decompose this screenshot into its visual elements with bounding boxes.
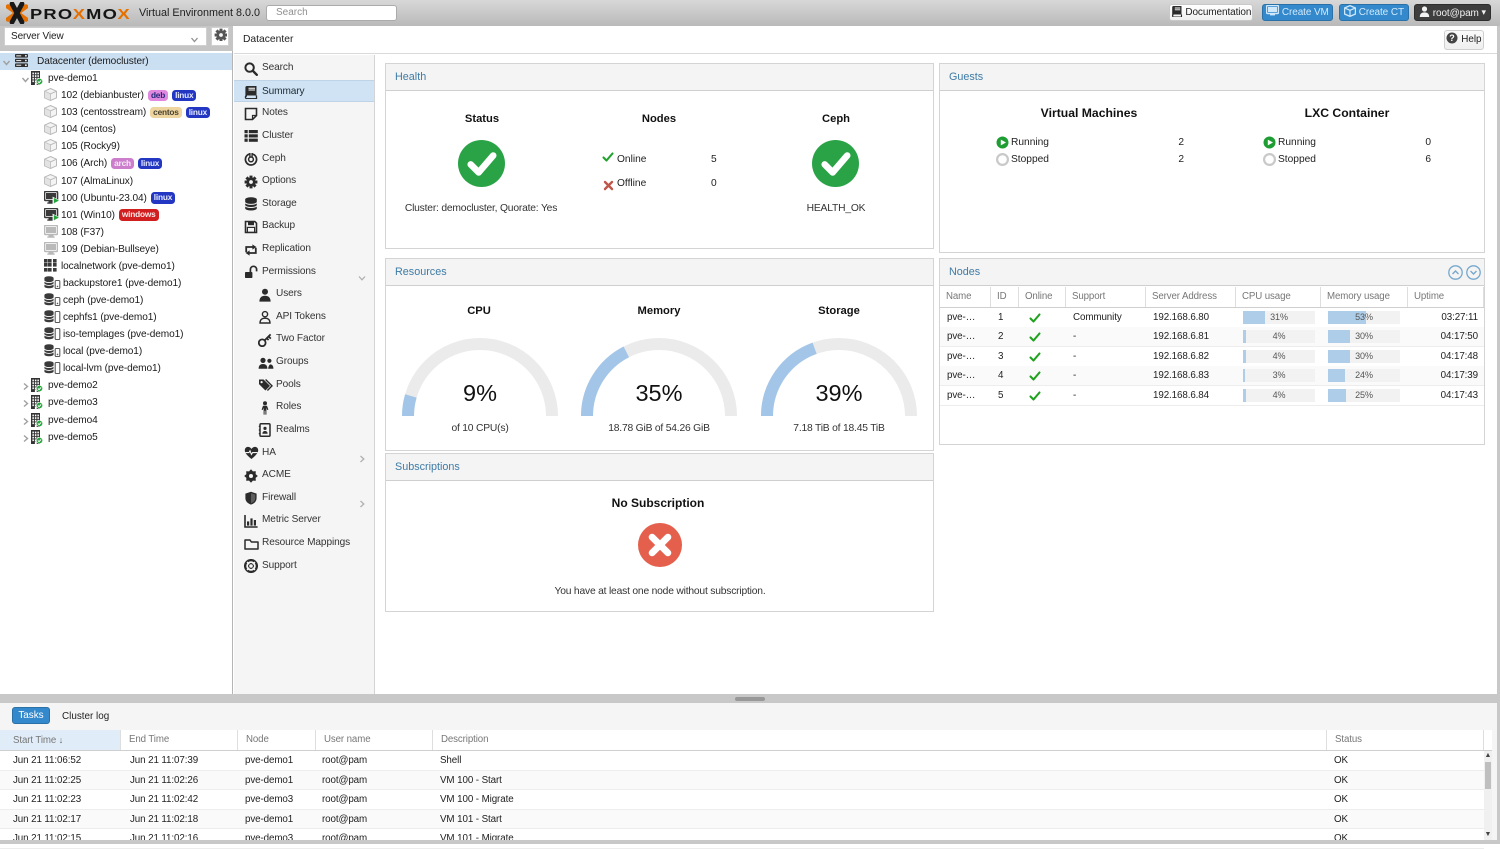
svg-text:?: ? bbox=[1450, 33, 1456, 43]
